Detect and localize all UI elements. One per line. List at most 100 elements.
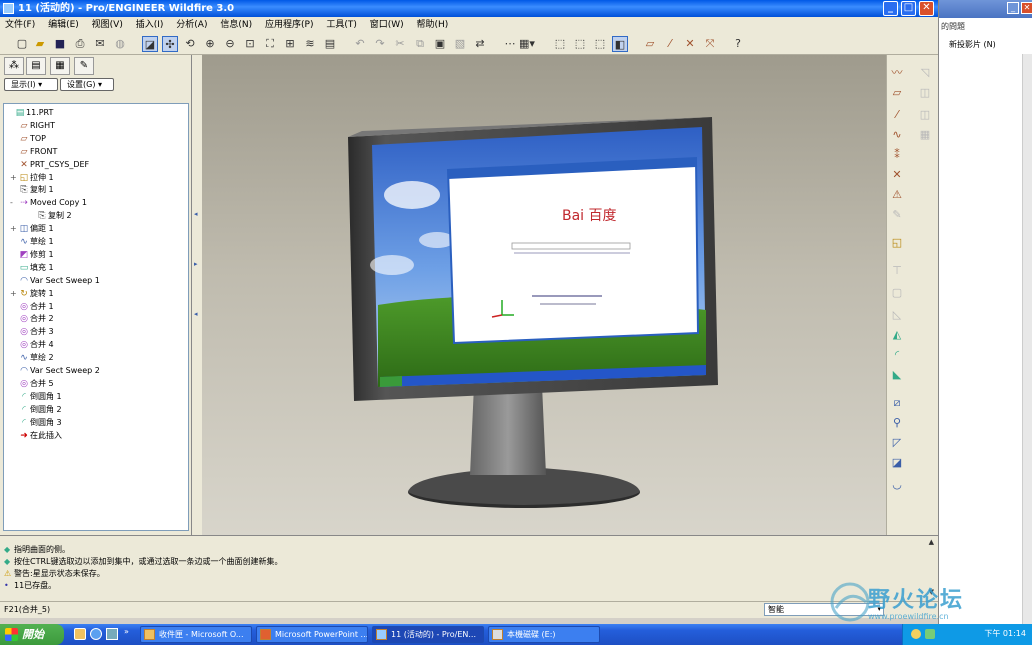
csys-tool-icon[interactable]: ✕ — [889, 167, 905, 183]
new-icon[interactable]: ▢ — [14, 36, 30, 52]
datum-axes-icon[interactable]: ⁄ — [662, 36, 678, 52]
paste-icon[interactable]: ▣ — [432, 36, 448, 52]
hidden-line-icon[interactable]: ⬚ — [572, 36, 588, 52]
axis-tool-icon[interactable]: ⁄ — [889, 107, 905, 123]
tree-item[interactable]: ◎ 合并 1 — [10, 300, 54, 313]
favorites-tab[interactable]: ▦ — [50, 57, 70, 75]
new-slide-link[interactable]: 新投影片 (N) — [949, 39, 996, 50]
menu-info[interactable]: 信息(N) — [215, 17, 257, 33]
regen-icon[interactable]: ◍ — [112, 36, 128, 52]
tree-item[interactable]: ◠ Var Sect Sweep 1 — [10, 274, 100, 287]
tree-item[interactable]: ◜ 倒圆角 1 — [10, 390, 61, 403]
task-proengineer[interactable]: 11 (活动的) - Pro/EN... — [372, 626, 484, 643]
model-display-icon[interactable]: ▤ — [322, 36, 338, 52]
task-local-disk[interactable]: 本機磁碟 (E:) — [488, 626, 600, 643]
tree-item[interactable]: ◜ 倒圆角 2 — [10, 403, 61, 416]
regenerate-icon[interactable]: ⇄ — [472, 36, 488, 52]
panel-splitter[interactable]: ◂ ▸ ◂ — [192, 55, 202, 535]
round-tool-icon[interactable]: ◜ — [889, 347, 905, 363]
menu-file[interactable]: 文件(F) — [0, 17, 40, 33]
minimize-button[interactable]: _ — [883, 1, 898, 16]
offset-tool-icon[interactable]: ◸ — [889, 435, 905, 451]
datum-points-icon[interactable]: ✕ — [682, 36, 698, 52]
desktop-quicklaunch-icon[interactable] — [106, 628, 118, 640]
copy-icon[interactable]: ⧉ — [412, 36, 428, 52]
zoom-out-icon[interactable]: ⊖ — [222, 36, 238, 52]
menu-insert[interactable]: 插入(I) — [131, 17, 169, 33]
tree-item[interactable]: ▤ 11.PRT — [6, 106, 54, 119]
tree-item[interactable]: + ↻ 旋转 1 — [10, 287, 54, 300]
trim-tool-icon[interactable]: ⧄ — [889, 395, 905, 411]
redo-icon[interactable]: ↷ — [372, 36, 388, 52]
expand-toggle-icon[interactable]: + — [10, 222, 18, 235]
menu-tools[interactable]: 工具(T) — [321, 17, 362, 33]
tree-item[interactable]: ▱ FRONT — [10, 145, 58, 158]
tree-item[interactable]: - ⇢ Moved Copy 1 — [10, 196, 87, 209]
no-hidden-icon[interactable]: ⬚ — [592, 36, 608, 52]
curve-tool-icon[interactable]: ∿ — [889, 127, 905, 143]
bg-close-button[interactable]: ✕ — [1021, 2, 1032, 14]
folder-browser-tab[interactable]: ▤ — [26, 57, 46, 75]
menu-edit[interactable]: 编辑(E) — [43, 17, 84, 33]
datum-plane-tool-icon[interactable]: ▱ — [889, 85, 905, 101]
ie-quicklaunch-icon[interactable] — [90, 628, 102, 640]
pattern-tool-icon[interactable]: ▦ — [917, 127, 933, 143]
help-icon[interactable]: ? — [730, 36, 746, 52]
pen-tool-icon[interactable]: ✎ — [889, 207, 905, 223]
tray-icon[interactable] — [925, 629, 935, 639]
outlook-quicklaunch-icon[interactable] — [74, 628, 86, 640]
tree-item[interactable]: ➜ 在此插入 — [10, 429, 62, 442]
tree-item[interactable]: ⎘ 复制 1 — [10, 183, 53, 196]
bg-minimize-button[interactable]: _ — [1007, 2, 1019, 14]
solidify-tool-icon[interactable]: ◡ — [889, 477, 905, 493]
tree-item[interactable]: ◎ 合并 2 — [10, 312, 54, 325]
menu-help[interactable]: 帮助(H) — [412, 17, 454, 33]
paste-special-icon[interactable]: ▧ — [452, 36, 468, 52]
expand-toggle-icon[interactable]: + — [10, 287, 18, 300]
wireframe-icon[interactable]: ⬚ — [552, 36, 568, 52]
tree-item[interactable]: ◎ 合并 5 — [10, 377, 54, 390]
csys-icon[interactable]: ⤧ — [702, 36, 718, 52]
draft-tool-icon[interactable]: ◭ — [889, 327, 905, 343]
hole-tool-icon[interactable]: ⊤ — [889, 263, 905, 279]
shading-icon[interactable]: ◧ — [612, 36, 628, 52]
tree-item[interactable]: ∿ 草绘 1 — [10, 235, 53, 248]
menu-view[interactable]: 视图(V) — [87, 17, 128, 33]
save-icon[interactable]: ■ — [52, 36, 68, 52]
tree-item[interactable]: ▱ TOP — [10, 132, 46, 145]
bg-scrollbar[interactable] — [1022, 54, 1032, 634]
datum-tool-icon[interactable]: ◹ — [917, 65, 933, 81]
tree-item[interactable]: ∿ 草绘 2 — [10, 351, 53, 364]
refit-icon[interactable]: ⊡ — [242, 36, 258, 52]
spin-center-icon[interactable]: ✣ — [162, 36, 178, 52]
tray-icon[interactable] — [911, 629, 921, 639]
expand-toggle-icon[interactable]: + — [10, 171, 18, 184]
cut-icon[interactable]: ✂ — [392, 36, 408, 52]
model-tree-tab[interactable]: ⁂ — [4, 57, 24, 75]
tree-item[interactable]: ▱ RIGHT — [10, 119, 56, 132]
named-view-icon[interactable]: ⛶ — [262, 36, 278, 52]
point-tool-icon[interactable]: ⁑ — [889, 147, 905, 163]
merge-tool-icon[interactable]: ⚲ — [889, 415, 905, 431]
settings-dropdown[interactable]: 设置(G) ▾ — [60, 78, 114, 91]
orient-icon[interactable]: ⟲ — [182, 36, 198, 52]
tree-item[interactable]: ◠ Var Sect Sweep 2 — [10, 364, 100, 377]
extrude-tool-icon[interactable]: ◱ — [889, 235, 905, 251]
tree-item[interactable]: ⎘ 复制 2 — [28, 209, 71, 222]
tree-item[interactable]: + ◫ 偏距 1 — [10, 222, 54, 235]
scroll-up-icon[interactable]: ▲ — [929, 538, 934, 546]
tree-item[interactable]: ◎ 合并 4 — [10, 338, 54, 351]
layers-icon[interactable]: ≋ — [302, 36, 318, 52]
zoom-in-icon[interactable]: ⊕ — [202, 36, 218, 52]
start-button[interactable]: 開始 — [0, 624, 64, 645]
close-button[interactable]: ✕ — [919, 1, 934, 16]
menu-applications[interactable]: 应用程序(P) — [260, 17, 318, 33]
connections-tab[interactable]: ✎ — [74, 57, 94, 75]
task-outlook[interactable]: 收件匣 - Microsoft O... — [140, 626, 252, 643]
tree-item[interactable]: ▭ 填充 1 — [10, 261, 54, 274]
show-dropdown[interactable]: 显示(I) ▾ — [4, 78, 58, 91]
task-powerpoint[interactable]: Microsoft PowerPoint ... — [256, 626, 368, 643]
open-icon[interactable]: ▰ — [32, 36, 48, 52]
tree-item[interactable]: ◩ 修剪 1 — [10, 248, 54, 261]
analysis-tool-icon[interactable]: ⚠ — [889, 187, 905, 203]
